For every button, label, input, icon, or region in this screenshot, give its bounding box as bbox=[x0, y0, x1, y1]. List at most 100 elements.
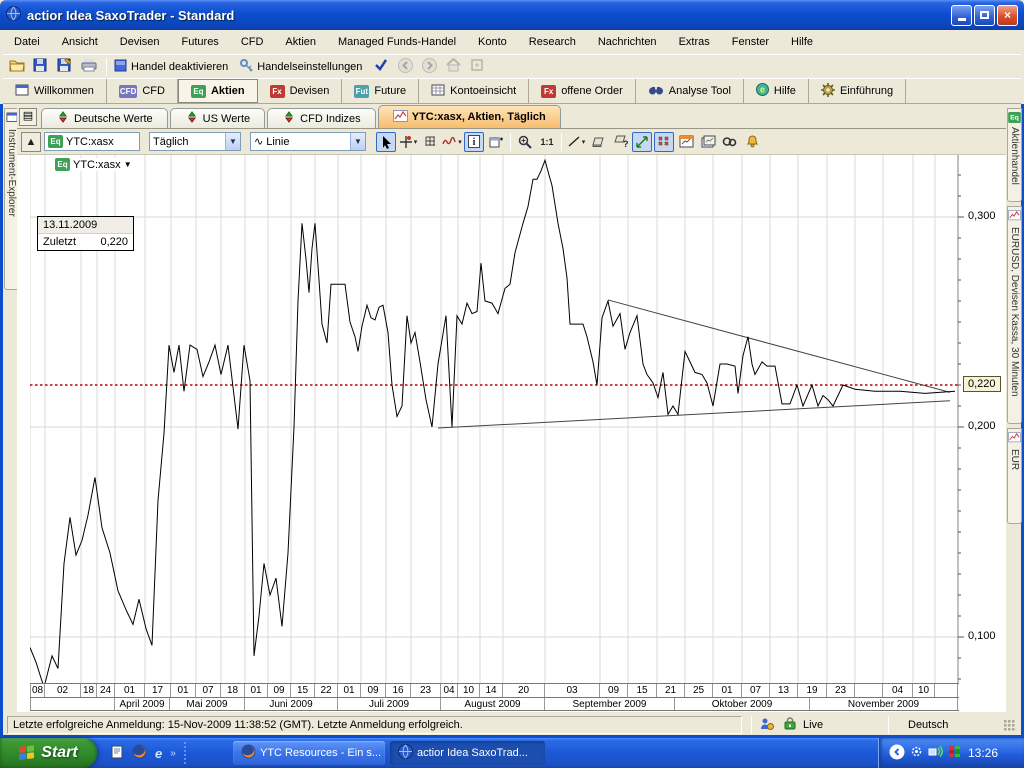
period-select[interactable]: Täglich ▼ bbox=[149, 132, 241, 151]
close-button[interactable]: × bbox=[997, 5, 1018, 26]
chevron-down-icon[interactable]: ▼ bbox=[225, 133, 240, 150]
chevron-down-icon[interactable]: ▾ bbox=[582, 138, 586, 146]
workspace-tab-offene-order[interactable]: Fxoffene Order bbox=[529, 79, 636, 103]
confirm-check-button[interactable] bbox=[372, 56, 394, 77]
chart-legend[interactable]: Eq YTC:xasx ▼ bbox=[53, 158, 134, 171]
hide-icons-chevron[interactable] bbox=[889, 744, 905, 763]
x-axis-month-label: April 2009 bbox=[115, 698, 170, 710]
erase-all-tool-button[interactable]: ? bbox=[610, 132, 630, 152]
crosshair-tool-button[interactable]: ▾ bbox=[398, 132, 418, 152]
eq-badge-icon: Eq bbox=[191, 85, 206, 98]
menu-datei[interactable]: Datei bbox=[3, 32, 51, 52]
x-axis-month-label bbox=[30, 698, 115, 710]
dock-tab-label: Aktienhandel bbox=[1009, 127, 1020, 185]
workspace-tab-kontoeinsicht[interactable]: Kontoeinsicht bbox=[419, 79, 529, 103]
chevron-down-icon[interactable]: ▼ bbox=[124, 160, 132, 169]
chart-window-button[interactable] bbox=[676, 132, 696, 152]
menu-konto[interactable]: Konto bbox=[467, 32, 518, 52]
tray-network-icon[interactable] bbox=[928, 745, 943, 761]
start-button[interactable]: Start bbox=[0, 738, 97, 768]
one-to-one-button[interactable]: 1:1 bbox=[537, 132, 557, 152]
chevron-down-icon[interactable]: ▾ bbox=[458, 138, 462, 146]
open-file-button[interactable] bbox=[7, 56, 29, 77]
workspace-tab-einf-hrung[interactable]: Einführung bbox=[809, 79, 906, 103]
menu-devisen[interactable]: Devisen bbox=[109, 32, 171, 52]
key-icon bbox=[240, 59, 253, 75]
grid-toggle-button[interactable] bbox=[420, 132, 440, 152]
workspace-tab-label: Hilfe bbox=[774, 85, 796, 97]
workspace-tab-cfd[interactable]: CFDCFD bbox=[107, 79, 178, 103]
tray-status-bars-icon[interactable] bbox=[948, 745, 961, 761]
workspace-tab-hilfe[interactable]: eHilfe bbox=[744, 79, 809, 103]
firefox-icon[interactable] bbox=[132, 744, 147, 762]
quicklaunch-overflow-chevron[interactable]: » bbox=[170, 748, 176, 759]
chevron-down-icon[interactable]: ▼ bbox=[350, 133, 365, 150]
binocs-icon bbox=[648, 84, 664, 99]
x-axis-day-tick: 04 bbox=[883, 684, 913, 697]
menu-nachrichten[interactable]: Nachrichten bbox=[587, 32, 668, 52]
chart-panel[interactable]: Eq YTC:xasx ▼ 13.11.2009 Zuletzt 0,220 0… bbox=[17, 155, 1006, 712]
menu-futures[interactable]: Futures bbox=[171, 32, 230, 52]
workspace-tab-aktien[interactable]: Eq Aktien bbox=[178, 79, 258, 103]
link-tool-button[interactable] bbox=[720, 132, 740, 152]
doc-tab-deutsche-werte[interactable]: Deutsche Werte bbox=[41, 108, 168, 128]
taskbar-task-saxotrader[interactable]: actior Idea SaxoTrad... bbox=[390, 741, 545, 765]
symbol-input[interactable]: Eq YTC:xasx bbox=[44, 132, 140, 151]
trade-disable-button[interactable]: Handel deaktivieren bbox=[112, 56, 236, 77]
workspace-tab-willkommen[interactable]: Willkommen bbox=[3, 79, 107, 103]
line-draw-tool-button[interactable]: ▾ bbox=[566, 132, 586, 152]
workspace-tab-devisen[interactable]: FxDevisen bbox=[258, 79, 343, 103]
x-axis-day-tick: 03 bbox=[545, 684, 600, 697]
eraser-tool-button[interactable] bbox=[588, 132, 608, 152]
nav-back-button bbox=[396, 56, 418, 77]
workspace-tab-future[interactable]: FutFuture bbox=[342, 79, 419, 103]
doc-tab-ytc-xasx-aktien-t-glich[interactable]: YTC:xasx, Aktien, Täglich bbox=[378, 105, 561, 128]
system-tray: 13:26 bbox=[878, 738, 1024, 768]
minimize-button[interactable] bbox=[951, 5, 972, 26]
menu-extras[interactable]: Extras bbox=[668, 32, 721, 52]
autoscale-tool-button[interactable] bbox=[632, 132, 652, 152]
tile-windows-icon[interactable]: ▤ bbox=[19, 108, 37, 126]
menu-aktien[interactable]: Aktien bbox=[274, 32, 327, 52]
save-as-button[interactable] bbox=[55, 56, 77, 77]
alert-bell-button[interactable] bbox=[742, 132, 762, 152]
ie-icon[interactable]: e bbox=[155, 746, 162, 761]
style-select[interactable]: ∿ Linie ▼ bbox=[250, 132, 366, 151]
pattern-tool-button[interactable] bbox=[654, 132, 674, 152]
quicklaunch-app-icon[interactable] bbox=[110, 745, 124, 762]
add-panel-button[interactable] bbox=[486, 132, 506, 152]
x-axis-day-tick: 24 bbox=[97, 684, 115, 697]
menu-hilfe[interactable]: Hilfe bbox=[780, 32, 824, 52]
print-button[interactable] bbox=[79, 56, 101, 77]
x-axis-day-tick: 07 bbox=[742, 684, 770, 697]
tray-updater-icon[interactable] bbox=[910, 745, 923, 761]
chart-copy-button[interactable] bbox=[698, 132, 718, 152]
x-axis-day-tick bbox=[935, 684, 958, 697]
price-chart[interactable] bbox=[30, 155, 1006, 683]
workspace-tab-label: Aktien bbox=[211, 85, 245, 97]
eq-badge-icon: Eq bbox=[55, 158, 70, 171]
menu-managed-funds-handel[interactable]: Managed Funds-Handel bbox=[327, 32, 467, 52]
info-tool-button[interactable]: i bbox=[464, 132, 484, 152]
restore-button[interactable] bbox=[974, 5, 995, 26]
menu-cfd[interactable]: CFD bbox=[230, 32, 275, 52]
dock-tab-eurusd-devisen-kassa-30-minute[interactable]: EURUSD, Devisen Kassa, 30 Minuten bbox=[1007, 206, 1022, 424]
doc-tab-us-werte[interactable]: US Werte bbox=[170, 108, 265, 128]
taskbar-task-firefox[interactable]: YTC Resources - Ein s... bbox=[233, 741, 385, 765]
menu-research[interactable]: Research bbox=[518, 32, 587, 52]
menu-ansicht[interactable]: Ansicht bbox=[51, 32, 109, 52]
workspace-tab-analyse-tool[interactable]: Analyse Tool bbox=[636, 79, 744, 103]
save-button[interactable] bbox=[31, 56, 53, 77]
cursor-tool-button[interactable] bbox=[376, 132, 396, 152]
trade-settings-button[interactable]: Handelseinstellungen bbox=[238, 56, 370, 77]
chevron-down-icon[interactable]: ▾ bbox=[414, 138, 418, 146]
menu-fenster[interactable]: Fenster bbox=[721, 32, 780, 52]
indicator-tool-button[interactable]: ▾ bbox=[442, 132, 462, 152]
x-axis-day-tick: 23 bbox=[411, 684, 441, 697]
dock-tab-eur[interactable]: EUR bbox=[1007, 428, 1022, 524]
updown-icon bbox=[185, 111, 199, 126]
doc-tab-cfd-indizes[interactable]: CFD Indizes bbox=[267, 108, 376, 128]
zoom-tool-button[interactable] bbox=[515, 132, 535, 152]
collapse-toolbar-button[interactable]: ▲ bbox=[21, 132, 41, 152]
dock-tab-aktienhandel[interactable]: EqAktienhandel bbox=[1007, 108, 1022, 202]
